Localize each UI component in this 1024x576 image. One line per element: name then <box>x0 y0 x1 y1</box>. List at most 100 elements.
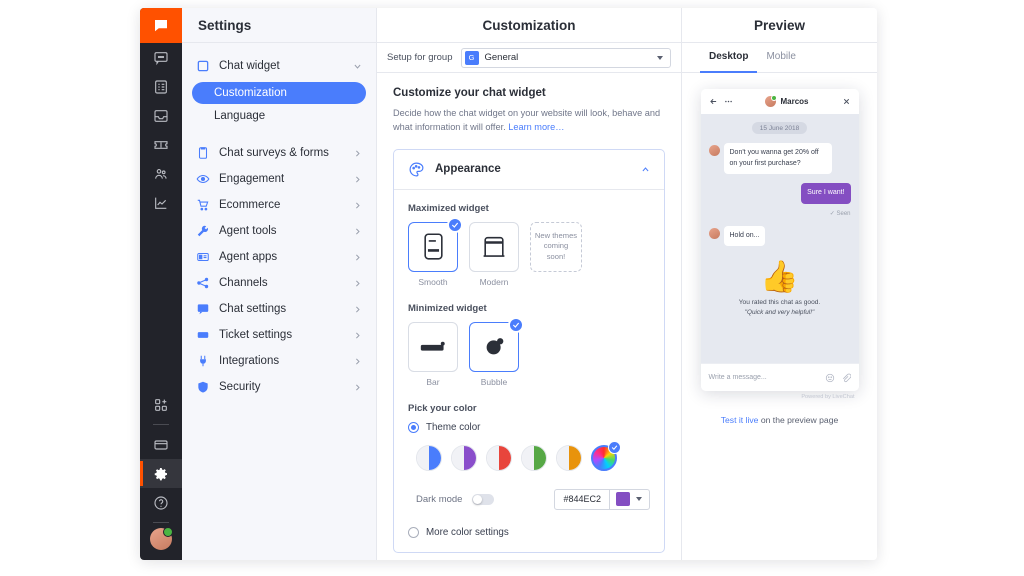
back-arrow-icon[interactable] <box>709 97 718 106</box>
sidebar-item-customization[interactable]: Customization <box>192 82 366 104</box>
option-bubble-thumb[interactable] <box>469 316 524 372</box>
inbox-icon[interactable] <box>140 101 182 130</box>
option-bar-thumb[interactable] <box>408 321 458 372</box>
thumbs-up-icon: 👍 <box>760 259 799 294</box>
sidebar-item-label: Agent apps <box>219 251 278 263</box>
color-swatches <box>408 440 650 471</box>
user-avatar[interactable] <box>150 527 173 550</box>
swatch-purple[interactable] <box>451 444 477 471</box>
more-color-settings-label: More color settings <box>426 526 509 538</box>
sidebar-item-agent-apps[interactable]: Agent apps <box>182 244 376 270</box>
swatch-blue[interactable] <box>416 444 442 471</box>
sidebar-item-language[interactable]: Language <box>192 105 366 127</box>
sidebar-item-ecommerce[interactable]: Ecommerce <box>182 192 376 218</box>
settings-nav: Settings Chat widget Customization Langu… <box>182 8 377 560</box>
chevron-up-icon[interactable] <box>641 165 650 174</box>
swatch-purple-wrap <box>451 444 477 471</box>
page-description: Decide how the chat widget on your websi… <box>393 106 665 135</box>
chevron-down-icon <box>657 55 663 60</box>
maximized-widget-label: Maximized widget <box>408 202 489 214</box>
hex-value: #844EC2 <box>563 494 601 504</box>
swatch-green[interactable] <box>521 444 547 471</box>
option-smooth[interactable]: Smooth <box>408 216 463 287</box>
widget-conversation: 15 June 2018 Don't you wanna get 20% off… <box>700 114 859 363</box>
chat-settings-icon <box>196 302 210 316</box>
group-select[interactable]: G General <box>460 47 671 68</box>
chevron-right-icon <box>353 279 362 288</box>
swatch-left-half <box>417 445 429 470</box>
test-it-live-link[interactable]: Test it live <box>721 415 759 425</box>
rail-divider-bottom <box>153 522 169 523</box>
tickets-icon[interactable] <box>140 130 182 159</box>
group-badge: G <box>464 50 479 65</box>
chevron-right-icon <box>353 175 362 184</box>
sidebar-item-ticket-settings[interactable]: Ticket settings <box>182 322 376 348</box>
attachment-icon[interactable] <box>841 373 851 383</box>
theme-color-radio-row[interactable]: Theme color <box>408 421 650 433</box>
reports-icon[interactable] <box>140 188 182 217</box>
sidebar-item-label: Chat settings <box>219 303 287 315</box>
option-bar[interactable]: Bar <box>408 321 458 387</box>
sidebar-item-engagement[interactable]: Engagement <box>182 166 376 192</box>
maximized-widget-options: Smooth Modern New themes coming soon! <box>408 216 650 287</box>
tab-mobile[interactable]: Mobile <box>757 43 804 73</box>
emoji-icon[interactable] <box>825 373 835 383</box>
chevron-right-icon <box>353 331 362 340</box>
more-color-settings-radio[interactable] <box>408 526 419 538</box>
chevron-right-icon <box>353 253 362 262</box>
more-color-settings-row[interactable]: More color settings <box>408 526 650 538</box>
preview-panel: Preview Desktop Mobile Marcos 15 June 20… <box>682 8 877 560</box>
settings-gear-icon[interactable] <box>140 459 182 488</box>
dark-mode-toggle[interactable] <box>472 493 495 505</box>
sidebar-item-chat-settings[interactable]: Chat settings <box>182 296 376 322</box>
color-chip[interactable] <box>616 492 630 506</box>
preview-body: Marcos 15 June 2018 Don't you wanna get … <box>682 73 877 560</box>
team-icon[interactable] <box>140 159 182 188</box>
minimized-widget-label: Minimized widget <box>408 302 487 314</box>
tab-desktop[interactable]: Desktop <box>700 43 758 73</box>
preview-tabs: Desktop Mobile <box>682 43 877 73</box>
sidebar-item-security[interactable]: Security <box>182 374 376 400</box>
sidebar-item-integrations[interactable]: Integrations <box>182 348 376 374</box>
livechat-logo-icon[interactable] <box>140 8 182 43</box>
close-icon[interactable] <box>842 97 851 106</box>
chevron-down-icon[interactable] <box>636 497 642 501</box>
apps-add-icon[interactable] <box>140 390 182 419</box>
more-dots-icon[interactable] <box>724 97 733 106</box>
nav-group-label: Chat widget <box>219 60 280 72</box>
appearance-card-body: Maximized widget Smooth Modern New theme… <box>394 190 664 552</box>
sidebar-item-channels[interactable]: Channels <box>182 270 376 296</box>
message-input[interactable]: Write a message... <box>709 374 819 381</box>
option-bubble[interactable]: Bubble <box>469 316 524 387</box>
option-modern[interactable]: Modern <box>469 221 519 287</box>
option-modern-thumb[interactable] <box>469 221 519 272</box>
swatch-red-wrap <box>486 444 512 471</box>
nav-group-chat-widget[interactable]: Chat widget <box>182 53 376 79</box>
billing-icon[interactable] <box>140 430 182 459</box>
setup-group-label: Setup for group <box>387 52 453 63</box>
swatch-red[interactable] <box>486 444 512 471</box>
test-live-suffix: on the preview page <box>758 415 839 425</box>
appearance-card-header[interactable]: Appearance <box>394 150 664 190</box>
archives-icon[interactable] <box>140 72 182 101</box>
learn-more-link[interactable]: Learn more… <box>508 122 564 132</box>
option-modern-label: Modern <box>479 276 509 287</box>
swatch-orange[interactable] <box>556 444 582 471</box>
chevron-down-icon <box>353 62 362 71</box>
option-smooth-thumb[interactable] <box>408 216 463 272</box>
chevron-right-icon <box>353 305 362 314</box>
settings-nav-list: Chat widget Customization Language Chat … <box>182 43 376 400</box>
hex-color-field[interactable]: #844EC2 <box>554 488 650 510</box>
theme-color-radio[interactable] <box>408 421 419 433</box>
sidebar-item-label: Agent tools <box>219 225 277 237</box>
chevron-right-icon <box>353 383 362 392</box>
sidebar-item-agent-tools[interactable]: Agent tools <box>182 218 376 244</box>
appearance-title: Appearance <box>435 163 501 175</box>
eye-icon <box>196 172 210 186</box>
test-live-row: Test it live on the preview page <box>721 415 839 425</box>
sidebar-item-chat-surveys-forms[interactable]: Chat surveys & forms <box>182 140 376 166</box>
help-icon[interactable] <box>140 488 182 517</box>
nav-gap <box>182 128 376 140</box>
chats-icon[interactable] <box>140 43 182 72</box>
sidebar-item-label: Security <box>219 381 261 393</box>
